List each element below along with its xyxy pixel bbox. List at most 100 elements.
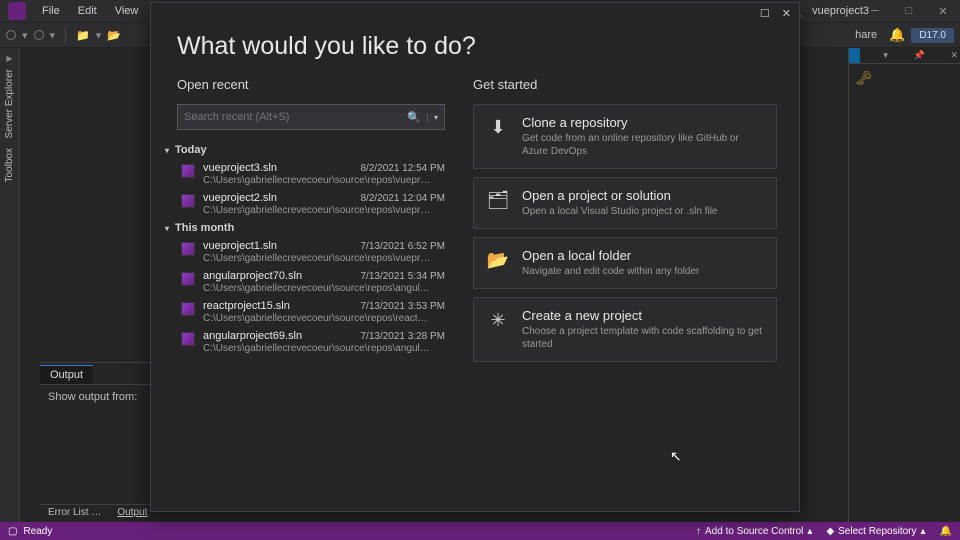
card-description: Open a local Visual Studio project or .s… bbox=[522, 205, 717, 218]
toolbar-separator bbox=[65, 27, 66, 43]
recent-item-date: 7/13/2021 5:34 PM bbox=[360, 271, 445, 282]
recent-item-name: vueproject3.sln bbox=[203, 162, 277, 174]
key-icon: 🗝 bbox=[855, 70, 954, 87]
recent-item-path: C:\Users\gabriellecrevecoeur\source\repo… bbox=[203, 343, 433, 354]
recent-item[interactable]: vueproject1.sln 7/13/2021 6:52 PMC:\Users… bbox=[177, 236, 445, 266]
chevron-up-icon: ▴ bbox=[921, 526, 926, 537]
recent-item-name: reactproject15.sln bbox=[203, 300, 290, 312]
open-folder-icon: 📂 bbox=[486, 248, 510, 272]
status-square-icon: ▢ bbox=[8, 526, 17, 537]
menu-edit[interactable]: Edit bbox=[70, 3, 105, 19]
tab-server-explorer[interactable]: Server Explorer bbox=[4, 65, 15, 142]
output-tab[interactable]: Output bbox=[40, 365, 93, 384]
solution-icon bbox=[181, 332, 195, 346]
recent-item-path: C:\Users\gabriellecrevecoeur\source\repo… bbox=[203, 253, 433, 264]
status-select-repository[interactable]: ◆ Select Repository ▴ bbox=[826, 526, 925, 537]
recent-search[interactable]: 🔍 ▾ bbox=[177, 104, 445, 130]
window-maximize[interactable]: □ bbox=[892, 0, 926, 22]
repo-icon: ◆ bbox=[826, 526, 834, 537]
window-minimize[interactable]: ─ bbox=[858, 0, 892, 22]
card-title: Open a local folder bbox=[522, 248, 699, 263]
recent-item-date: 7/13/2021 3:53 PM bbox=[360, 301, 445, 312]
card-description: Choose a project template with code scaf… bbox=[522, 325, 764, 351]
open-folder2-icon[interactable]: 📂 bbox=[107, 29, 121, 42]
tab-output[interactable]: Output bbox=[109, 505, 155, 522]
get-started-card[interactable]: ⬇ Clone a repository Get code from an onli… bbox=[473, 104, 777, 169]
recent-item-date: 7/13/2021 3:28 PM bbox=[360, 331, 445, 342]
menu-view[interactable]: View bbox=[107, 3, 147, 19]
recent-item[interactable]: vueproject2.sln 8/2/2021 12:04 PMC:\Users… bbox=[177, 188, 445, 218]
tab-toolbox[interactable]: Toolbox bbox=[4, 144, 15, 186]
dialog-maximize-icon[interactable]: ☐ bbox=[760, 7, 770, 20]
solution-icon bbox=[181, 302, 195, 316]
recent-group-label: This month bbox=[175, 222, 234, 234]
start-dialog: ☐ ✕ What would you like to do? Open rece… bbox=[150, 2, 800, 512]
recent-item[interactable]: angularproject70.sln7/13/2021 5:34 PMC:\… bbox=[177, 266, 445, 296]
get-started-card[interactable]: ✳ Create a new project Choose a project te… bbox=[473, 297, 777, 362]
recent-group-label: Today bbox=[175, 144, 207, 156]
status-notifications[interactable]: 🔔 bbox=[940, 526, 952, 537]
card-title: Clone a repository bbox=[522, 115, 764, 130]
recent-item-name: vueproject1.sln bbox=[203, 240, 277, 252]
up-arrow-icon: ↑ bbox=[696, 526, 701, 537]
recent-item[interactable]: reactproject15.sln7/13/2021 3:53 PMC:\Us… bbox=[177, 296, 445, 326]
get-started-heading: Get started bbox=[473, 77, 777, 92]
statusbar: ▢ Ready ↑ Add to Source Control ▴ ◆ Sele… bbox=[0, 522, 960, 540]
card-title: Create a new project bbox=[522, 308, 764, 323]
search-icon: 🔍 bbox=[407, 111, 421, 124]
open-dropdown-icon[interactable]: ▾ bbox=[96, 29, 102, 42]
recent-item-path: C:\Users\gabriellecrevecoeur\source\repo… bbox=[203, 205, 433, 216]
toolwindow-close-icon[interactable]: ✕ bbox=[948, 48, 960, 63]
recent-item-name: angularproject69.sln bbox=[203, 330, 302, 342]
card-title: Open a project or solution bbox=[522, 188, 717, 203]
status-add-label: Add to Source Control bbox=[705, 526, 803, 537]
recent-group-head[interactable]: ▾Today bbox=[165, 144, 445, 156]
dialog-close-icon[interactable]: ✕ bbox=[782, 7, 791, 20]
solution-icon bbox=[181, 242, 195, 256]
recent-item[interactable]: vueproject3.sln8/2/2021 12:54 PMC:\Users… bbox=[177, 158, 445, 188]
get-started-card[interactable]: 🗂 Open a project or solution Open a local … bbox=[473, 177, 777, 229]
new-project-icon: ✳ bbox=[486, 308, 510, 332]
open-recent-heading: Open recent bbox=[177, 77, 445, 92]
right-toolwindow: ▾ 📌 ✕ 🗝 bbox=[848, 48, 960, 522]
toolwindow-chevron-icon[interactable]: ▶ bbox=[6, 54, 12, 63]
left-toolwindow-tabs: ▶ Server Explorer Toolbox bbox=[0, 48, 20, 522]
clone-icon: ⬇ bbox=[486, 115, 510, 139]
notifications-icon[interactable]: 🔔 bbox=[889, 27, 905, 43]
recent-item-name: vueproject2.sln bbox=[203, 192, 277, 204]
toolwindow-dropdown-icon[interactable]: ▾ bbox=[881, 48, 890, 63]
nav-dropdown-icon[interactable]: ▾ bbox=[22, 29, 28, 42]
version-pill[interactable]: D17.0 bbox=[911, 28, 954, 43]
tab-error-list[interactable]: Error List … bbox=[40, 505, 109, 522]
card-description: Navigate and edit code within any folder bbox=[522, 265, 699, 278]
nav-back-icon[interactable] bbox=[6, 30, 16, 40]
nav-forward-dropdown-icon[interactable]: ▾ bbox=[50, 29, 56, 42]
toolwindow-pin-icon[interactable]: 📌 bbox=[912, 48, 927, 63]
dialog-title: What would you like to do? bbox=[151, 24, 799, 77]
solution-icon bbox=[181, 164, 195, 178]
recent-item[interactable]: angularproject69.sln 7/13/2021 3:28 PMC:\… bbox=[177, 326, 445, 356]
vs-logo bbox=[8, 2, 26, 20]
live-share-button[interactable]: hare bbox=[849, 27, 883, 43]
recent-item-path: C:\Users\gabriellecrevecoeur\source\repo… bbox=[203, 283, 433, 294]
solution-icon bbox=[181, 194, 195, 208]
solution-icon bbox=[181, 272, 195, 286]
status-add-source-control[interactable]: ↑ Add to Source Control ▴ bbox=[696, 526, 812, 537]
menu-file[interactable]: File bbox=[34, 3, 68, 19]
recent-item-date: 8/2/2021 12:04 PM bbox=[360, 193, 445, 204]
card-description: Get code from an online repository like … bbox=[522, 132, 764, 158]
disclosure-triangle-icon: ▾ bbox=[165, 224, 169, 233]
solution-explorer-tab[interactable] bbox=[849, 48, 860, 63]
recent-item-date: 7/13/2021 6:52 PM bbox=[360, 241, 445, 252]
open-folder-icon[interactable]: 📁 bbox=[76, 29, 90, 42]
nav-forward-icon[interactable] bbox=[34, 30, 44, 40]
get-started-card[interactable]: 📂 Open a local folder Navigate and edit co… bbox=[473, 237, 777, 289]
bell-icon: 🔔 bbox=[940, 526, 952, 537]
recent-search-input[interactable] bbox=[184, 111, 407, 123]
chevron-up-icon: ▴ bbox=[807, 526, 812, 537]
status-repo-label: Select Repository bbox=[838, 526, 916, 537]
recent-group-head[interactable]: ▾ This month bbox=[165, 222, 445, 234]
open-project-icon: 🗂 bbox=[486, 188, 510, 212]
window-close[interactable]: ✕ bbox=[926, 0, 960, 22]
search-dropdown-icon[interactable]: ▾ bbox=[427, 113, 438, 122]
